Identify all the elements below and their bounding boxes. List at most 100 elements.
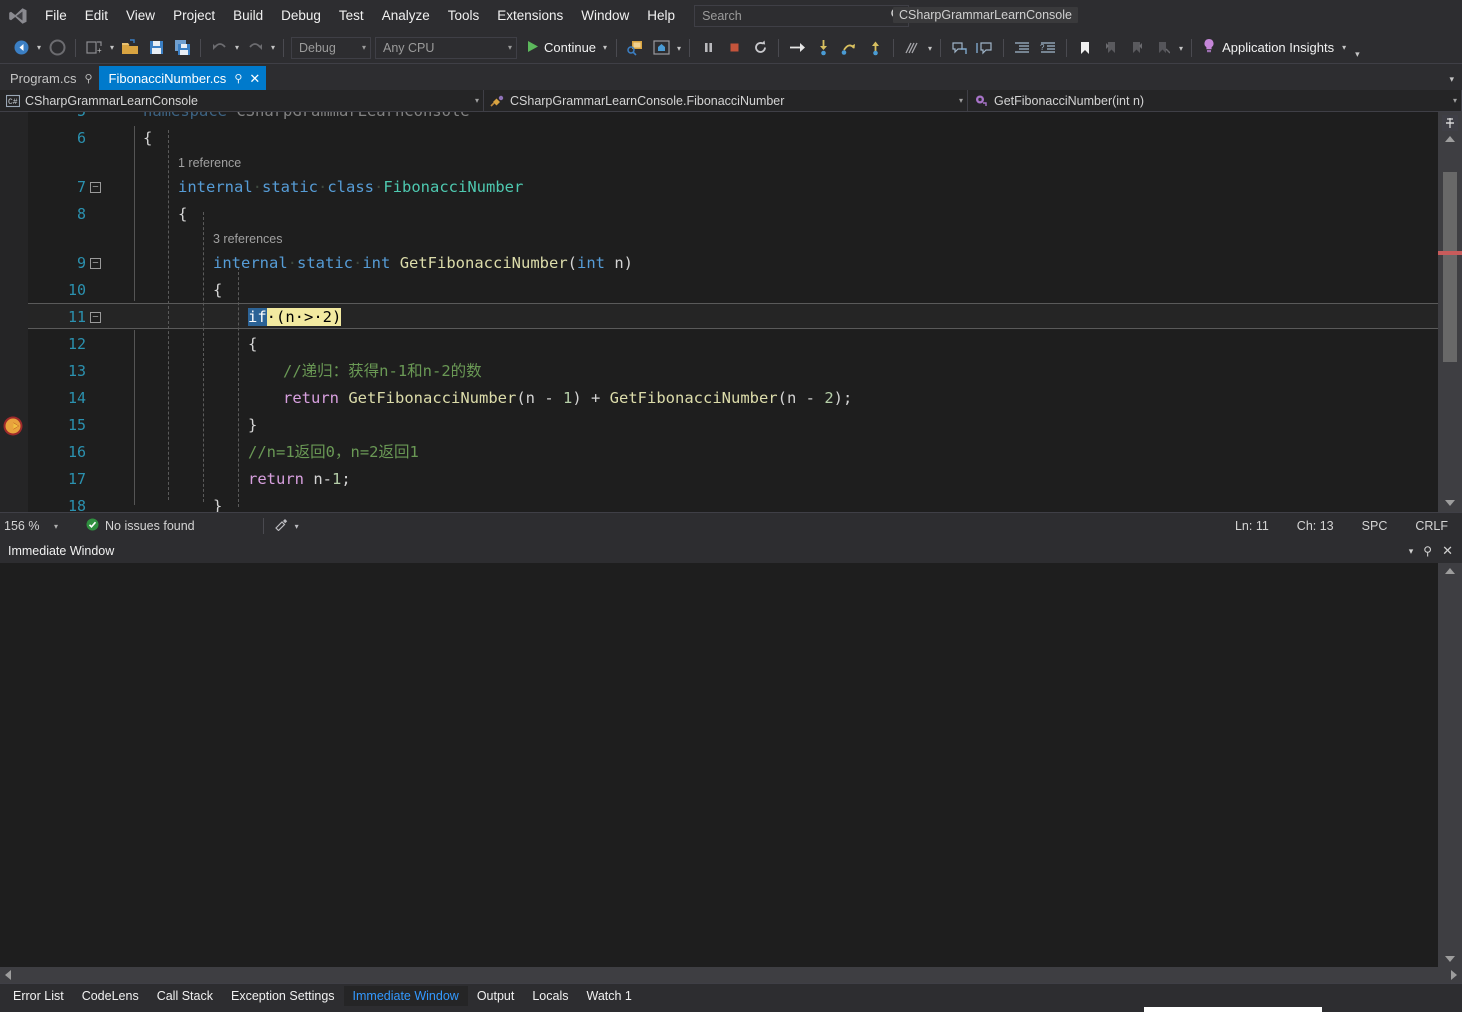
pin-icon[interactable]: ⚲ (234, 72, 242, 85)
breakpoint-current-statement-icon[interactable] (2, 415, 24, 437)
chevron-down-icon[interactable]: ▾ (1334, 43, 1346, 52)
close-icon[interactable]: ✕ (1442, 543, 1453, 559)
menu-help[interactable]: Help (638, 3, 684, 29)
scroll-up-arrow[interactable] (1445, 568, 1455, 574)
tab-program-cs[interactable]: Program.cs ⚲ (0, 66, 99, 90)
navigate-backward-dropdown[interactable]: ▾ (34, 36, 44, 60)
live-visual-tree-dropdown[interactable]: ▾ (674, 36, 684, 60)
bottom-tab-error-list[interactable]: Error List (4, 986, 73, 1006)
stop-icon[interactable] (722, 36, 746, 60)
continue-button[interactable]: Continue ▾ (519, 36, 611, 60)
scroll-right-arrow[interactable] (1451, 970, 1457, 980)
menu-file[interactable]: File (36, 3, 76, 29)
tab-fibonaccinumber-cs[interactable]: FibonacciNumber.cs ⚲ ✕ (98, 66, 267, 90)
menu-view[interactable]: View (117, 3, 164, 29)
editor-glyph-margin[interactable] (0, 112, 28, 512)
codelens-reference-count[interactable]: 3 references (213, 228, 282, 250)
step-over-icon[interactable] (837, 36, 861, 60)
hot-reload-icon[interactable] (623, 36, 647, 60)
immediate-window-vertical-scrollbar[interactable] (1438, 563, 1462, 967)
bookmarks-overflow[interactable]: ▾ (1176, 36, 1186, 60)
chevron-down-icon[interactable]: ▾ (295, 522, 299, 531)
menu-project[interactable]: Project (164, 3, 224, 29)
code-line[interactable]: 14 return GetFibonacciNumber(n - 1) + Get… (28, 385, 1438, 412)
bottom-tab-watch-1[interactable]: Watch 1 (578, 986, 641, 1006)
application-insights-button[interactable]: Application Insights ▾ (1197, 36, 1349, 60)
window-menu-icon[interactable]: ▾ (1409, 546, 1414, 557)
restart-icon[interactable] (748, 36, 772, 60)
decrease-indent-icon[interactable]: ? (1036, 36, 1060, 60)
issues-status[interactable]: No issues found (64, 518, 195, 534)
bottom-tab-codelens[interactable]: CodeLens (73, 986, 148, 1006)
threads-dropdown[interactable]: ▾ (925, 36, 935, 60)
code-line[interactable]: 12 { (28, 331, 1438, 358)
editor-vertical-scrollbar[interactable] (1438, 112, 1462, 512)
scroll-down-arrow[interactable] (1445, 500, 1455, 506)
navbar-project-dropdown[interactable]: C# CSharpGrammarLearnConsole ▾ (0, 90, 484, 111)
code-line[interactable]: 5 namespace CSharpGrammarLearnConsole (28, 112, 1438, 125)
bottom-tab-immediate-window[interactable]: Immediate Window (343, 985, 468, 1006)
undo-dropdown[interactable]: ▾ (232, 36, 242, 60)
scroll-left-arrow[interactable] (5, 970, 11, 980)
editor-text-area[interactable]: 5namespace CSharpGrammarLearnConsole6{1 … (28, 112, 1438, 512)
chevron-down-icon[interactable]: ▾ (596, 43, 607, 52)
pin-icon[interactable]: ⚲ (1423, 544, 1432, 558)
tab-list-icon[interactable]: ▾ (1449, 74, 1454, 85)
code-line[interactable]: 8{ (28, 201, 1438, 228)
scroll-up-arrow[interactable] (1445, 136, 1455, 142)
code-line[interactable]: 18} (28, 493, 1438, 512)
search-input[interactable]: Search (694, 5, 910, 27)
navigate-forward-icon[interactable] (45, 36, 69, 60)
navbar-member-dropdown[interactable]: GetFibonacciNumber(int n) ▾ (968, 90, 1462, 111)
new-project-icon[interactable]: + (82, 36, 106, 60)
close-icon[interactable]: ✕ (249, 72, 260, 85)
uncomment-selection-icon[interactable] (973, 36, 997, 60)
open-file-icon[interactable] (118, 36, 142, 60)
solution-platform-combo[interactable]: Any CPU ▾ (375, 36, 517, 59)
step-out-icon[interactable] (863, 36, 887, 60)
menu-window[interactable]: Window (572, 3, 638, 29)
code-line[interactable]: 13 //递归：获得n-1和n-2的数 (28, 358, 1438, 385)
immediate-window-input[interactable] (0, 563, 1438, 967)
immediate-window-horizontal-scrollbar[interactable] (0, 967, 1462, 983)
code-line[interactable]: 7– internal·static·class·FibonacciNumber (28, 174, 1438, 201)
code-line[interactable]: 17 return n-1; (28, 466, 1438, 493)
step-into-icon[interactable] (811, 36, 835, 60)
menu-tools[interactable]: Tools (439, 3, 489, 29)
code-line[interactable]: 10 { (28, 277, 1438, 304)
new-project-dropdown[interactable]: ▾ (107, 36, 117, 60)
toolbar-overflow-icon[interactable]: ▾ (1349, 49, 1360, 60)
eol-status[interactable]: CRLF (1401, 519, 1462, 533)
scroll-down-arrow[interactable] (1445, 956, 1455, 962)
pause-icon[interactable] (696, 36, 720, 60)
menu-extensions[interactable]: Extensions (488, 3, 572, 29)
increase-indent-icon[interactable] (1010, 36, 1034, 60)
code-line[interactable]: 16 //n=1返回0，n=2返回1 (28, 439, 1438, 466)
scrollbar-thumb[interactable] (1443, 172, 1457, 362)
collapse-region-icon[interactable]: – (90, 312, 101, 323)
navbar-type-dropdown[interactable]: CSharpGrammarLearnConsole.FibonacciNumbe… (484, 90, 968, 111)
undo-icon[interactable] (207, 36, 231, 60)
codelens-reference-count[interactable]: 1 reference (178, 152, 241, 174)
code-editor[interactable]: 5namespace CSharpGrammarLearnConsole6{1 … (0, 112, 1462, 512)
immediate-window-body[interactable] (0, 563, 1462, 967)
bookmark-icon[interactable] (1073, 36, 1097, 60)
collapse-region-icon[interactable]: – (90, 182, 101, 193)
next-bookmark-icon[interactable] (1125, 36, 1149, 60)
navigate-backward-icon[interactable] (9, 36, 33, 60)
menu-test[interactable]: Test (330, 3, 373, 29)
bottom-tab-locals[interactable]: Locals (523, 986, 577, 1006)
code-cleanup-button[interactable]: ▾ (274, 518, 299, 534)
collapse-region-icon[interactable]: – (90, 258, 101, 269)
bottom-tab-exception-settings[interactable]: Exception Settings (222, 986, 344, 1006)
live-visual-tree-icon[interactable] (649, 36, 673, 60)
save-icon[interactable] (144, 36, 168, 60)
solution-configuration-combo[interactable]: Debug ▾ (291, 36, 371, 59)
zoom-level-combo[interactable]: 156 % ▾ (0, 519, 64, 533)
menu-edit[interactable]: Edit (76, 3, 117, 29)
code-line[interactable]: 6{ (28, 125, 1438, 152)
redo-dropdown[interactable]: ▾ (268, 36, 278, 60)
split-view-icon[interactable] (1442, 115, 1458, 131)
menu-build[interactable]: Build (224, 3, 272, 29)
clear-bookmarks-icon[interactable] (1151, 36, 1175, 60)
